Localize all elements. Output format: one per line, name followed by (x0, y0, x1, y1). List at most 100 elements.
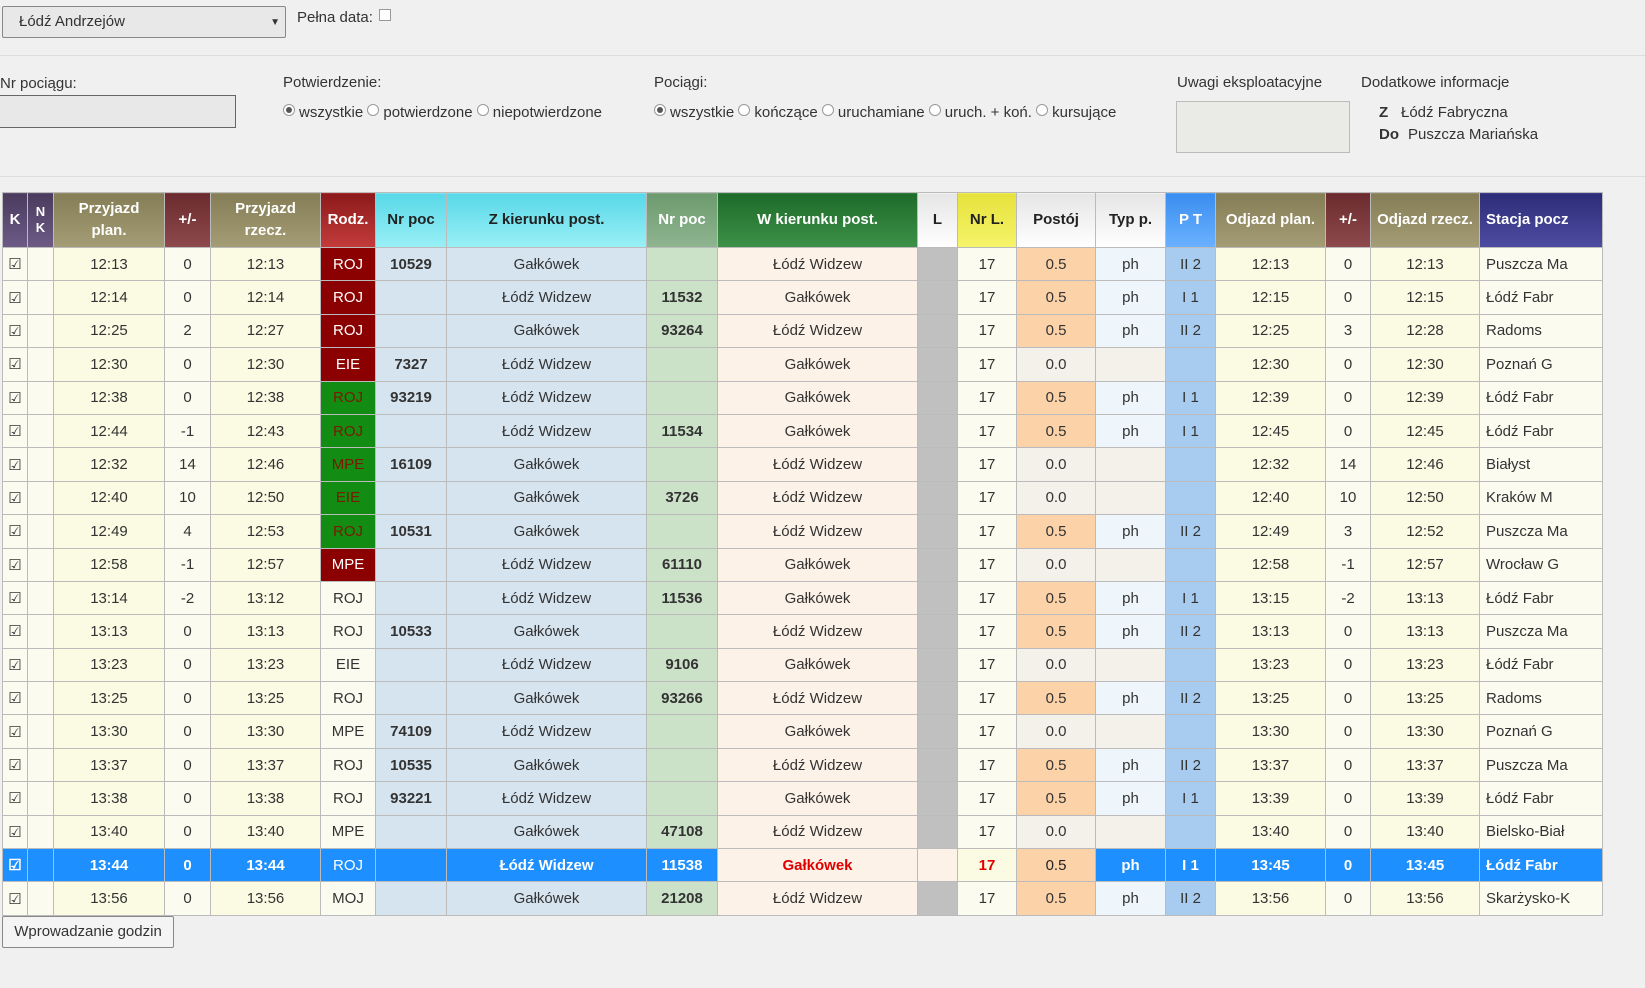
uwagi-textarea[interactable] (1176, 101, 1350, 153)
col-nrl[interactable]: Nr L. (957, 192, 1017, 248)
nrl-cell: 17 (957, 647, 1017, 683)
col-nrpoc2[interactable]: Nr poc (646, 192, 718, 248)
col-l[interactable]: L (917, 192, 958, 248)
table-row[interactable]: ☑ 13:13 0 13:13 ROJ 10533 Gałkówek Łódź Widzew 1… (2, 614, 1603, 649)
row-checkbox[interactable]: ☑ (2, 313, 28, 349)
table-row[interactable]: ☑ 12:13 0 12:13 ROJ 10529 Gałkówek Łódź Widzew 1… (2, 246, 1603, 282)
typ-cell (1095, 547, 1166, 582)
row-checkbox[interactable]: ☑ (2, 547, 28, 582)
col-typ[interactable]: Typ p. (1095, 192, 1166, 248)
table-row[interactable]: ☑ 12:30 0 12:30 EIE 7327 Łódź Widzew Gałkówek 17… (2, 347, 1603, 382)
table-row[interactable]: ☑ 12:38 0 12:38 ROJ 93219 Łódź Widzew Gałkówek 1… (2, 380, 1603, 415)
row-checkbox[interactable]: ☑ (2, 514, 28, 549)
table-row[interactable]: ☑ 13:30 0 13:30 MPE 74109 Łódź Widzew Gałkówek 1… (2, 714, 1603, 749)
typ-cell: ph (1095, 848, 1166, 883)
col-stacja[interactable]: Stacja pocz (1479, 192, 1603, 248)
odjazd-rzecz-cell: 12:39 (1370, 380, 1480, 415)
radio-potw-niepotwierdzone[interactable] (476, 104, 489, 116)
col-postoj[interactable]: Postój (1016, 192, 1096, 248)
nr-pociagu-input[interactable] (0, 95, 236, 128)
przyjazd-diff-cell: 4 (164, 514, 211, 549)
table-row[interactable]: ☑ 12:58 -1 12:57 MPE Łódź Widzew 61110 Gałkówek… (2, 547, 1603, 582)
col-przyjazd-rzecz[interactable]: Przyjazd rzecz. (210, 192, 321, 248)
table-row[interactable]: ☑ 13:40 0 13:40 MPE Gałkówek 47108 Łódź Widzew 1… (2, 814, 1603, 850)
row-checkbox[interactable]: ☑ (2, 413, 28, 449)
przyjazd-plan-cell: 13:25 (53, 681, 165, 716)
table-row[interactable]: ☑ 13:14 -2 13:12 ROJ Łódź Widzew 11536 Gałkówek… (2, 580, 1603, 616)
table-row[interactable]: ☑ 13:25 0 13:25 ROJ Gałkówek 93266 Łódź Widzew 1… (2, 681, 1603, 716)
przyjazd-rzecz-cell: 13:13 (210, 614, 321, 649)
col-k[interactable]: K (2, 192, 28, 248)
table-row[interactable]: ☑ 12:14 0 12:14 ROJ Łódź Widzew 11532 Gałkówek 1… (2, 280, 1603, 315)
typ-cell: ph (1095, 313, 1166, 349)
row-checkbox[interactable]: ☑ (2, 848, 28, 883)
rodz-cell: MOJ (320, 881, 376, 916)
station-select[interactable]: Łódź Andrzejów ▼ (2, 6, 286, 38)
radio-poc-wszystkie[interactable] (654, 104, 666, 116)
row-checkbox[interactable]: ☑ (2, 480, 28, 516)
z-kierunku-cell: Gałkówek (446, 614, 647, 649)
table-row[interactable]: ☑ 13:37 0 13:37 ROJ 10535 Gałkówek Łódź Widzew 1… (2, 747, 1603, 783)
radio-potw-wszystkie[interactable] (283, 104, 295, 116)
col-przyjazd-plan[interactable]: Przyjazd plan. (53, 192, 165, 248)
w-kierunku-cell: Gałkówek (717, 280, 918, 315)
potwierdzenie-label: Potwierdzenie: (283, 74, 382, 91)
radio-poc-uruchamiane[interactable] (821, 104, 834, 116)
col-pm1[interactable]: +/- (164, 192, 211, 248)
row-checkbox[interactable]: ☑ (2, 614, 28, 649)
radio-label: niepotwierdzone (492, 104, 603, 121)
pelna-data-checkbox[interactable] (379, 9, 392, 21)
row-checkbox[interactable]: ☑ (2, 714, 28, 749)
row-checkbox[interactable]: ☑ (2, 781, 28, 816)
typ-cell (1095, 480, 1166, 516)
table-row[interactable]: ☑ 13:38 0 13:38 ROJ 93221 Łódź Widzew Gałkówek 1… (2, 781, 1603, 816)
row-checkbox[interactable]: ☑ (2, 647, 28, 683)
odjazd-rzecz-cell: 12:50 (1370, 480, 1480, 516)
radio-poc-konczace[interactable] (738, 104, 751, 116)
radio-poc-uruch-kon[interactable] (928, 104, 941, 116)
nrl-cell: 17 (957, 447, 1017, 482)
row-checkbox[interactable]: ☑ (2, 747, 28, 783)
przyjazd-diff-cell: 10 (164, 480, 211, 516)
table-row[interactable]: ☑ 12:25 2 12:27 ROJ Gałkówek 93264 Łódź Widzew 1… (2, 313, 1603, 349)
odjazd-rzecz-cell: 13:56 (1370, 881, 1480, 916)
table-row[interactable]: ☑ 13:44 0 13:44 ROJ Łódź Widzew 11538 Gałkówek 1… (2, 848, 1603, 883)
col-z-kierunku[interactable]: Z kierunku post. (446, 192, 647, 248)
odjazd-diff-cell: 14 (1325, 447, 1371, 482)
row-checkbox[interactable]: ☑ (2, 580, 28, 616)
radio-poc-kursujace[interactable] (1036, 104, 1049, 116)
table-row[interactable]: ☑ 12:44 -1 12:43 ROJ Łódź Widzew 11534 Gałkówek… (2, 413, 1603, 449)
row-checkbox[interactable]: ☑ (2, 246, 28, 282)
row-checkbox[interactable]: ☑ (2, 380, 28, 415)
row-checkbox[interactable]: ☑ (2, 347, 28, 382)
col-w-kierunku[interactable]: W kierunku post. (717, 192, 918, 248)
row-checkbox[interactable]: ☑ (2, 881, 28, 916)
radio-label: kursujące (1052, 104, 1117, 121)
table-row[interactable]: ☑ 12:32 14 12:46 MPE 16109 Gałkówek Łódź Widzew… (2, 447, 1603, 482)
row-checkbox[interactable]: ☑ (2, 280, 28, 315)
stacja-cell: Poznań G (1479, 347, 1603, 382)
col-nrpoc1[interactable]: Nr poc (375, 192, 447, 248)
row-checkbox[interactable]: ☑ (2, 447, 28, 482)
col-rodz[interactable]: Rodz. (320, 192, 376, 248)
col-odjazd-plan[interactable]: Odjazd plan. (1215, 192, 1326, 248)
table-row[interactable]: ☑ 13:56 0 13:56 MOJ Gałkówek 21208 Łódź Widzew 1… (2, 881, 1603, 916)
col-pt[interactable]: P T (1165, 192, 1216, 248)
row-checkbox[interactable]: ☑ (2, 681, 28, 716)
col-odjazd-rzecz[interactable]: Odjazd rzecz. (1370, 192, 1480, 248)
wprowadzanie-godzin-button[interactable]: Wprowadzanie godzin (2, 916, 174, 948)
radio-label: kończące (754, 104, 818, 121)
pt-cell: I 1 (1165, 380, 1216, 415)
col-nk[interactable]: NK (27, 192, 54, 248)
nrl-cell: 17 (957, 280, 1017, 315)
col-pm2[interactable]: +/- (1325, 192, 1371, 248)
table-row[interactable]: ☑ 12:40 10 12:50 EIE Gałkówek 3726 Łódź Widzew 1… (2, 480, 1603, 516)
row-checkbox[interactable]: ☑ (2, 814, 28, 850)
w-kierunku-cell: Gałkówek (717, 647, 918, 683)
table-row[interactable]: ☑ 12:49 4 12:53 ROJ 10531 Gałkówek Łódź Widzew 1… (2, 514, 1603, 549)
przyjazd-diff-cell: 0 (164, 246, 211, 282)
nrpoc1-cell: 16109 (375, 447, 447, 482)
przyjazd-rzecz-cell: 13:25 (210, 681, 321, 716)
radio-potw-potwierdzone[interactable] (367, 104, 380, 116)
table-row[interactable]: ☑ 13:23 0 13:23 EIE Łódź Widzew 9106 Gałkówek 17… (2, 647, 1603, 683)
